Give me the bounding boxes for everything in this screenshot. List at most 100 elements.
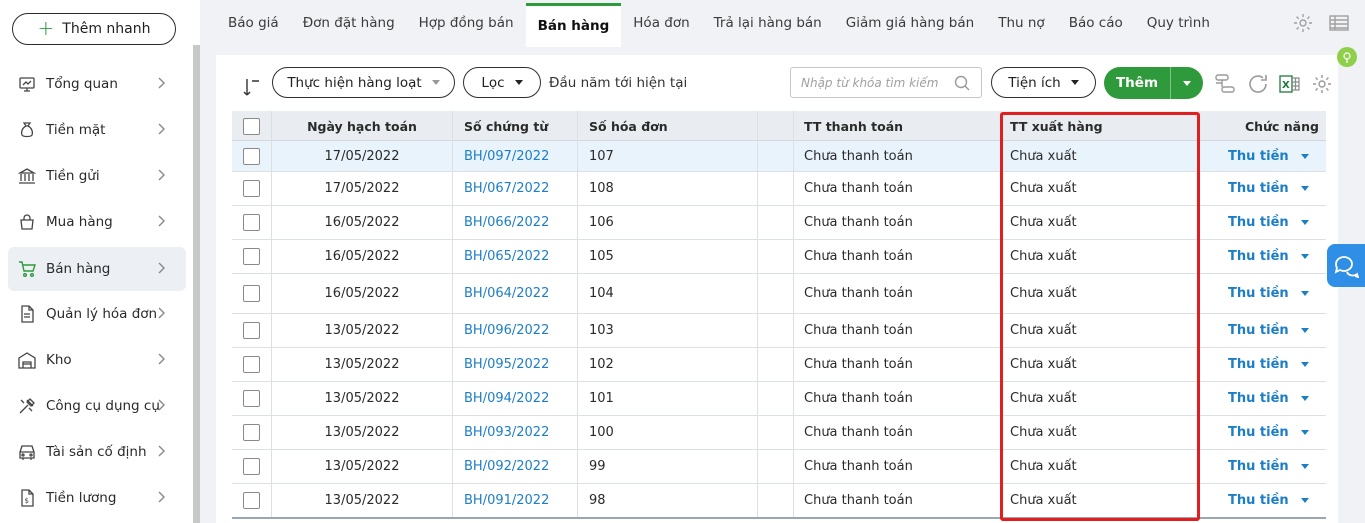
cell-voucher-link[interactable]: BH/065/2022 [464,240,549,273]
cell-voucher-link[interactable]: BH/064/2022 [464,274,549,313]
sidebar-item-tai-san-co-dinh[interactable]: Tài sản cố định [8,430,186,474]
select-all-checkbox[interactable] [243,117,260,135]
table-row[interactable]: 17/05/2022 BH/067/2022 108 Chưa thanh to… [232,172,1326,206]
table-row[interactable]: 13/05/2022 BH/093/2022 100 Chưa thanh to… [232,416,1326,450]
row-checkbox[interactable] [243,492,260,509]
collect-payment-button[interactable]: Thu tiền [1228,215,1289,230]
row-checkbox-cell[interactable] [243,416,260,449]
header-delivery[interactable]: TT xuất hàng [1010,111,1103,141]
collect-payment-button[interactable]: Thu tiền [1228,249,1289,264]
cell-voucher-link[interactable]: BH/092/2022 [464,450,549,483]
cell-voucher-link[interactable]: BH/093/2022 [464,416,549,449]
collect-payment-action[interactable]: Thu tiền [1228,314,1309,347]
cell-voucher-link[interactable]: BH/096/2022 [464,314,549,347]
row-checkbox[interactable] [243,180,260,197]
table-row[interactable]: 16/05/2022 BH/066/2022 106 Chưa thanh to… [232,206,1326,240]
row-checkbox-cell[interactable] [243,450,260,483]
collect-payment-button[interactable]: Thu tiền [1228,459,1289,474]
row-checkbox[interactable] [243,214,260,231]
select-all-cell[interactable] [243,111,260,141]
sidebar-item-tong-quan[interactable]: Tổng quan [8,62,186,106]
settings-icon[interactable] [1310,72,1334,96]
search-input[interactable] [801,75,951,90]
tab-bao-gia[interactable]: Báo giá [216,0,291,46]
collect-payment-button[interactable]: Thu tiền [1228,357,1289,372]
tab-hoa-don[interactable]: Hóa đơn [621,0,701,46]
collect-payment-action[interactable]: Thu tiền [1228,348,1309,381]
caret-down-icon[interactable] [1300,291,1309,296]
collect-payment-action[interactable]: Thu tiền [1228,416,1309,449]
sidebar-item-mua-hang[interactable]: Mua hàng [8,200,186,244]
cell-voucher-link[interactable]: BH/091/2022 [464,484,549,517]
tab-bao-cao[interactable]: Báo cáo [1057,0,1135,46]
list-view-icon[interactable] [1328,12,1350,34]
batch-action-button[interactable]: Thực hiện hàng loạt [272,67,455,98]
tab-don-dat-hang[interactable]: Đơn đặt hàng [291,0,407,46]
tab-ban-hang[interactable]: Bán hàng [525,2,622,47]
caret-down-icon[interactable] [1300,328,1309,333]
collect-payment-button[interactable]: Thu tiền [1228,181,1289,196]
tab-thu-no[interactable]: Thu nợ [986,0,1056,46]
row-checkbox[interactable] [243,458,260,475]
quick-add-button[interactable]: + Thêm nhanh [12,13,176,45]
table-row[interactable]: 13/05/2022 BH/096/2022 103 Chưa thanh to… [232,314,1326,348]
sidebar-item-cong-cu-dung-cu[interactable]: Công cụ dụng cụ [8,384,186,428]
caret-down-icon[interactable] [1300,498,1309,503]
caret-down-icon[interactable] [1300,430,1309,435]
table-row[interactable]: 16/05/2022 BH/065/2022 105 Chưa thanh to… [232,240,1326,274]
caret-down-icon[interactable] [1300,186,1309,191]
cell-voucher-link[interactable]: BH/067/2022 [464,172,549,205]
header-voucher[interactable]: Số chứng từ [464,111,548,141]
table-row[interactable]: 13/05/2022 BH/094/2022 101 Chưa thanh to… [232,382,1326,416]
caret-down-icon[interactable] [1300,220,1309,225]
row-checkbox[interactable] [243,322,260,339]
refresh-icon[interactable] [1246,72,1270,96]
row-checkbox[interactable] [243,356,260,373]
row-checkbox-cell[interactable] [243,206,260,239]
add-button[interactable]: Thêm [1104,67,1203,99]
row-checkbox[interactable] [243,390,260,407]
row-checkbox-cell[interactable] [243,141,260,171]
sidebar-item-tien-mat[interactable]: Tiền mặt [8,108,186,152]
caret-down-icon[interactable] [1300,153,1309,159]
sidebar-item-tien-luong[interactable]: $ Tiền lương [8,476,186,520]
caret-down-icon[interactable] [1300,396,1309,401]
sort-icon[interactable] [241,76,261,98]
utility-button[interactable]: Tiện ích [991,67,1096,98]
collect-payment-action[interactable]: Thu tiền [1228,141,1309,171]
caret-down-icon[interactable] [1300,362,1309,367]
collect-payment-action[interactable]: Thu tiền [1228,274,1309,313]
sidebar-scrollbar[interactable] [193,45,200,523]
collect-payment-button[interactable]: Thu tiền [1228,323,1289,338]
search-icon[interactable] [953,74,971,92]
table-row[interactable]: 13/05/2022 BH/091/2022 98 Chưa thanh toá… [232,484,1326,518]
row-checkbox[interactable] [243,424,260,441]
sidebar-item-kho[interactable]: Kho [8,338,186,382]
collect-payment-button[interactable]: Thu tiền [1228,493,1289,508]
search-box[interactable] [790,67,982,98]
layout-config-icon[interactable] [1213,72,1237,96]
collect-payment-button[interactable]: Thu tiền [1228,149,1289,164]
collect-payment-action[interactable]: Thu tiền [1228,172,1309,205]
row-checkbox-cell[interactable] [243,172,260,205]
row-checkbox-cell[interactable] [243,274,260,313]
row-checkbox-cell[interactable] [243,382,260,415]
row-checkbox[interactable] [243,147,260,165]
table-row[interactable]: 16/05/2022 BH/064/2022 104 Chưa thanh to… [232,274,1326,314]
excel-icon[interactable]: X [1278,72,1302,96]
collect-payment-action[interactable]: Thu tiền [1228,484,1309,517]
cell-voucher-link[interactable]: BH/095/2022 [464,348,549,381]
header-payment[interactable]: TT thanh toán [804,111,903,141]
cell-voucher-link[interactable]: BH/097/2022 [464,141,549,171]
caret-down-icon[interactable] [1300,464,1309,469]
tab-giam-gia-hang-ban[interactable]: Giảm giá hàng bán [834,0,986,46]
row-checkbox-cell[interactable] [243,348,260,381]
row-checkbox-cell[interactable] [243,314,260,347]
cell-voucher-link[interactable]: BH/066/2022 [464,206,549,239]
tab-tra-lai-hang-ban[interactable]: Trả lại hàng bán [702,0,834,46]
collect-payment-action[interactable]: Thu tiền [1228,206,1309,239]
collect-payment-button[interactable]: Thu tiền [1228,286,1289,301]
add-button-main[interactable]: Thêm [1104,67,1171,99]
header-date[interactable]: Ngày hạch toán [272,111,452,141]
collect-payment-action[interactable]: Thu tiền [1228,450,1309,483]
